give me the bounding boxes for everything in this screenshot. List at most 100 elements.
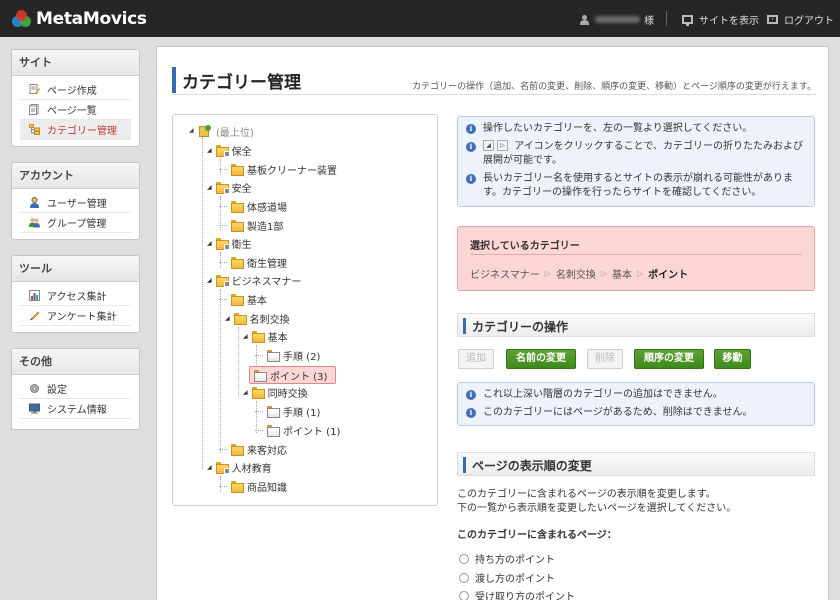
tree-connector	[219, 485, 227, 487]
help-text: 操作したいカテゴリーを、左の一覧より選択してください。	[483, 123, 753, 134]
sidebar-item-users[interactable]: ユーザー管理	[20, 193, 131, 213]
tree-node-label: 基板クリーナー装置	[247, 165, 337, 177]
sidebar-item-page-create[interactable]: ページ作成	[20, 80, 131, 100]
collapse-toggle-icon[interactable]: ◢	[207, 184, 212, 191]
selected-category-title: 選択しているカテゴリー	[470, 241, 580, 252]
breadcrumb-item: 名刺交換	[555, 270, 596, 281]
tree-node[interactable]: 手順 (2)	[255, 347, 320, 363]
collapse-toggle-icon[interactable]: ◢	[243, 333, 248, 340]
sidebar-section-other: その他 設定 システム情報	[11, 348, 140, 430]
tree-node[interactable]: 来客対応	[219, 441, 287, 457]
tree-node[interactable]: 商品知識	[219, 478, 287, 494]
notice-line: i このカテゴリーにはページがあるため、削除はできません。	[466, 406, 806, 421]
tree-node-label: 同時交換	[267, 388, 308, 400]
category-breadcrumb: ビジネスマナー ▷ 名刺交換 ▷ 基本 ▷ ポイント	[470, 266, 688, 281]
sidebar-item-access[interactable]: アクセス集計	[20, 286, 131, 306]
tree-node[interactable]: 体感道場	[219, 198, 287, 214]
tree-node-label: 製造1部	[247, 221, 284, 233]
tree-node[interactable]: ◢ ビジネスマナー	[207, 272, 301, 288]
sidebar-item-groups[interactable]: グループ管理	[20, 213, 131, 233]
tree-node[interactable]: 基本	[219, 291, 267, 307]
page-radio-option[interactable]: 持ち方のポイント	[459, 551, 555, 566]
sidebar-item-settings[interactable]: 設定	[20, 379, 131, 399]
notice-text: これ以上深い階層のカテゴリーの追加はできません。	[483, 389, 723, 400]
reorder-button[interactable]: 順序の変更	[634, 349, 704, 369]
help-text: 長いカテゴリー名を使用するとサイトの表示が崩れる可能性があります。カテゴリーの操…	[483, 172, 793, 199]
info-icon: i	[466, 141, 476, 152]
tree-connector	[220, 289, 221, 453]
chart-icon	[29, 290, 40, 301]
rename-button[interactable]: 名前の変更	[506, 349, 576, 369]
tree-node[interactable]: ◢ 安全	[207, 179, 252, 195]
collapse-toggle-icon[interactable]: ◢	[243, 389, 248, 396]
tree-connector	[219, 298, 227, 300]
page-radio-option[interactable]: 受け取り方のポイント	[459, 588, 575, 600]
delete-button[interactable]: 削除	[587, 349, 623, 369]
operations-heading: カテゴリーの操作	[472, 320, 569, 334]
collapse-toggle-icon[interactable]: ◢	[189, 128, 195, 134]
page-order-description: このカテゴリーに含まれるページの表示順を変更します。	[457, 489, 716, 500]
sidebar-item-label: 設定	[47, 385, 67, 396]
help-line: i 操作したいカテゴリーを、左の一覧より選択してください。	[466, 122, 806, 137]
page-create-icon	[29, 84, 40, 94]
selected-category-box: 選択しているカテゴリー ビジネスマナー ▷ 名刺交換 ▷ 基本 ▷ ポイント	[457, 226, 815, 291]
folder-icon	[233, 312, 247, 325]
sidebar-item-system-info[interactable]: システム情報	[20, 399, 131, 419]
tree-node-root[interactable]: ◢ (最上位)	[189, 123, 254, 139]
info-icon: i	[466, 407, 476, 418]
tree-node-label: 手順 (2)	[283, 351, 321, 363]
folder-icon	[231, 163, 244, 176]
folder-icon	[231, 256, 244, 269]
tree-node-label: 基本	[267, 332, 288, 344]
tree-node[interactable]: ◢ 人材教育	[207, 459, 272, 475]
tree-node[interactable]: ◢ 同時交換	[243, 384, 308, 400]
radio-button[interactable]	[459, 590, 469, 600]
app-logo[interactable]: MetaMovics	[12, 8, 147, 30]
folder-icon	[215, 237, 230, 250]
tree-node[interactable]: ポイント (1)	[255, 422, 340, 438]
page-option-label: 渡し方のポイント	[475, 574, 555, 585]
monitor-icon	[682, 15, 693, 26]
tree-node[interactable]: 衛生管理	[219, 254, 287, 270]
chevron-right-icon: ▷	[600, 269, 608, 278]
collapse-toggle-icon[interactable]: ◢	[207, 240, 212, 247]
collapse-toggle-icon[interactable]: ◢	[225, 315, 230, 322]
page-radio-option[interactable]: 渡し方のポイント	[459, 570, 555, 585]
tree-node[interactable]: ◢ 基本	[243, 328, 288, 344]
collapse-toggle-icon[interactable]: ◢	[207, 464, 212, 471]
view-site-label: サイトを表示	[699, 16, 759, 27]
tree-node[interactable]: 基板クリーナー装置	[219, 161, 337, 177]
blurred-username	[595, 16, 640, 23]
tree-node[interactable]: ◢ 衛生	[207, 235, 252, 251]
heading-accent	[463, 457, 466, 473]
main-panel: カテゴリー管理 カテゴリーの操作（追加、名前の変更、削除、順序の変更、移動）とペ…	[156, 46, 829, 600]
tree-node-label: 衛生	[231, 239, 252, 251]
sidebar-item-page-list[interactable]: ページ一覧	[20, 100, 131, 120]
tree-connector	[255, 410, 263, 412]
move-button[interactable]: 移動	[714, 349, 751, 369]
radio-button[interactable]	[459, 553, 469, 564]
view-site-link[interactable]: サイトを表示	[682, 12, 759, 27]
tree-node[interactable]: ◢ 名刺交換	[225, 310, 290, 326]
add-button[interactable]: 追加	[458, 349, 494, 369]
help-text: アイコンをクリックすることで、カテゴリーの折りたたみおよび展開が可能です。	[483, 140, 803, 167]
radio-button[interactable]	[459, 572, 469, 583]
tree-node[interactable]: ◢ 保全	[207, 142, 252, 158]
tree-node-label: 人材教育	[231, 463, 272, 475]
sidebar-item-survey[interactable]: アンケート集計	[20, 306, 131, 326]
info-icon: i	[466, 390, 476, 400]
sidebar-item-category[interactable]: カテゴリー管理	[20, 120, 131, 140]
page-description: カテゴリーの操作（追加、名前の変更、削除、順序の変更、移動）とページ順序の変更が…	[412, 82, 816, 92]
collapse-toggle-icon[interactable]: ◢	[207, 147, 212, 154]
root-folder-icon	[199, 125, 212, 137]
tree-node-selected[interactable]: ポイント (3)	[249, 366, 337, 384]
page-folder-icon	[267, 349, 280, 362]
sidebar-item-label: グループ管理	[47, 219, 107, 230]
logout-link[interactable]: › ログアウト	[767, 12, 834, 27]
tree-node[interactable]: 手順 (1)	[255, 403, 320, 419]
category-icon	[29, 124, 40, 135]
collapse-toggle-icon[interactable]: ◢	[207, 277, 212, 284]
tree-node-label: 商品知識	[247, 482, 287, 494]
tree-node[interactable]: 製造1部	[219, 217, 283, 233]
folder-icon	[231, 443, 244, 456]
